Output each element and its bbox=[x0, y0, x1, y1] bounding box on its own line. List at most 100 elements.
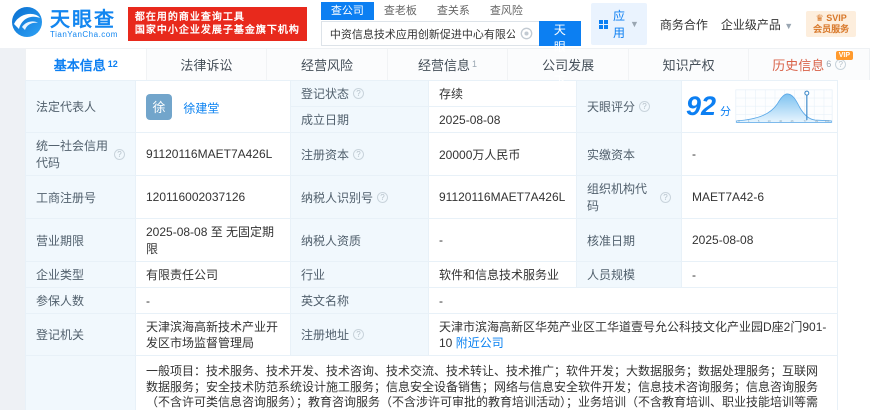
tianyancha-logo[interactable]: 天眼查 TianYanCha.com bbox=[10, 5, 118, 44]
header-nav: 应用 ▼ 商务合作 企业级产品 ▼ ♛ SVIP 会员服务 此处有... ▼ bbox=[590, 3, 870, 45]
avatar: 徐 bbox=[146, 93, 172, 120]
info-icon[interactable]: ? bbox=[353, 88, 365, 99]
crown-icon: ♛ bbox=[815, 13, 824, 23]
label-industry: 行业 bbox=[290, 261, 429, 288]
label-registration-authority: 登记机关 bbox=[25, 313, 136, 356]
label-approval-date: 核准日期 bbox=[576, 218, 682, 262]
search-tab-risk[interactable]: 查风险 bbox=[480, 2, 533, 20]
english-name-value: - bbox=[428, 287, 838, 314]
approval-date-value: 2025-08-08 bbox=[681, 218, 838, 262]
label-registered-capital: 注册资本 ? bbox=[290, 132, 429, 176]
info-icon[interactable]: ? bbox=[353, 329, 365, 340]
nav-apps-label: 应用 bbox=[612, 9, 625, 40]
info-icon[interactable]: ? bbox=[660, 191, 671, 203]
label-taxpayer-id: 纳税人识别号 ? bbox=[290, 175, 429, 219]
label-business-term: 营业期限 bbox=[25, 218, 136, 262]
nav-enterprise-label: 企业级产品 bbox=[720, 17, 781, 32]
camera-icon[interactable] bbox=[520, 27, 533, 45]
promo-line2: 国家中小企业发展子基金旗下机构 bbox=[134, 25, 300, 36]
tab-legal-litigation[interactable]: 法律诉讼 bbox=[147, 49, 268, 80]
search-input[interactable] bbox=[320, 21, 539, 46]
tab-label: 公司发展 bbox=[542, 58, 595, 73]
search-tabs: 查公司 查老板 查关系 查风险 bbox=[320, 2, 581, 20]
svip-member-badge[interactable]: ♛ SVIP 会员服务 bbox=[806, 11, 857, 37]
chevron-down-icon: ▼ bbox=[784, 20, 794, 31]
label-registration-number: 工商注册号 bbox=[25, 175, 136, 219]
label-org-code: 组织机构代码 ? bbox=[576, 175, 682, 219]
promo-line1: 都在用的商业查询工具 bbox=[134, 12, 245, 23]
company-type-value: 有限责任公司 bbox=[135, 261, 291, 288]
promo-banner: 都在用的商业查询工具 国家中小企业发展子基金旗下机构 bbox=[127, 7, 307, 41]
nav-business-cooperation[interactable]: 商务合作 bbox=[660, 16, 708, 33]
tab-operation-risk[interactable]: 经营风险 bbox=[267, 49, 388, 80]
score-unit: 分 bbox=[720, 105, 732, 118]
credit-code-value: 91120116MAET7A426L bbox=[135, 132, 291, 176]
tab-basic-info[interactable]: 基本信息 12 bbox=[26, 49, 147, 80]
legal-representative-link[interactable]: 徐建堂 bbox=[183, 101, 219, 115]
info-icon[interactable]: ? bbox=[639, 101, 651, 112]
tianyan-score-cell: 92 分 0 1 5 10 40 46 77 99 100 bbox=[681, 80, 838, 133]
tab-history-info[interactable]: VIP 历史信息 6 ? bbox=[749, 49, 869, 80]
search-button[interactable]: 天眼一下 bbox=[538, 21, 581, 88]
svg-text:46: 46 bbox=[791, 119, 795, 123]
section-tabs: 基本信息 12 法律诉讼 经营风险 经营信息 1 公司发展 知识产权 VIP 历… bbox=[25, 48, 870, 80]
tab-label: 知识产权 bbox=[662, 58, 715, 73]
label-insured-count: 参保人数 bbox=[25, 287, 136, 314]
label-taxpayer-quality: 纳税人资质 bbox=[290, 218, 429, 262]
info-icon[interactable]: ? bbox=[835, 59, 847, 70]
vip-badge: VIP bbox=[835, 51, 854, 60]
label-paid-capital: 实缴资本 bbox=[576, 132, 682, 176]
nearby-companies-link[interactable]: 附近公司 bbox=[456, 336, 504, 350]
registered-address-cell: 天津市滨海高新区华苑产业区工华道壹号允公科技文化产业园D座2门901-10 附近… bbox=[428, 313, 838, 356]
nav-apps[interactable]: 应用 ▼ bbox=[590, 3, 647, 45]
staff-size-value: - bbox=[681, 261, 838, 288]
info-icon[interactable]: ? bbox=[114, 148, 125, 160]
label-establish-date: 成立日期 bbox=[290, 106, 429, 133]
info-icon[interactable]: ? bbox=[353, 148, 365, 160]
search-tab-boss[interactable]: 查老板 bbox=[374, 2, 427, 20]
company-info-card: 基本信息 12 法律诉讼 经营风险 经营信息 1 公司发展 知识产权 VIP 历… bbox=[25, 48, 870, 410]
org-code-value: MAET7A42-6 bbox=[681, 175, 838, 219]
registration-number-value: 120116002037126 bbox=[135, 175, 291, 219]
label-registration-status: 登记状态 ? bbox=[290, 80, 429, 107]
label-tianyan-score: 天眼评分 ? bbox=[576, 80, 682, 133]
registered-capital-value: 20000万人民币 bbox=[428, 132, 577, 176]
taxpayer-id-value: 91120116MAET7A426L bbox=[428, 175, 577, 219]
svg-text:99: 99 bbox=[815, 119, 819, 123]
info-icon[interactable]: ? bbox=[377, 191, 389, 203]
logo-domain: TianYanCha.com bbox=[50, 29, 118, 39]
svg-text:77: 77 bbox=[804, 119, 808, 123]
svip-sublabel: 会员服务 bbox=[813, 24, 850, 34]
search-tab-relation[interactable]: 查关系 bbox=[427, 2, 480, 20]
svg-text:100: 100 bbox=[825, 119, 830, 123]
nav-enterprise-products[interactable]: 企业级产品 ▼ bbox=[721, 16, 793, 33]
tab-count: 1 bbox=[472, 59, 478, 69]
search-area: 查公司 查老板 查关系 查风险 天眼一下 bbox=[320, 2, 581, 88]
tab-label: 经营风险 bbox=[300, 58, 353, 73]
paid-capital-value: - bbox=[681, 132, 838, 176]
label-credit-code: 统一社会信用代码 ? bbox=[25, 132, 136, 176]
svg-text:40: 40 bbox=[779, 119, 783, 123]
tab-operation-info[interactable]: 经营信息 1 bbox=[388, 49, 509, 80]
business-scope-value: 一般项目：技术服务、技术开发、技术咨询、技术交流、技术转让、技术推广；软件开发；… bbox=[135, 355, 838, 410]
logo-title: 天眼查 bbox=[50, 8, 116, 31]
establish-date-value: 2025-08-08 bbox=[428, 106, 577, 133]
registration-authority-value: 天津滨海高新技术产业开发区市场监督管理局 bbox=[135, 313, 291, 356]
tianyancha-logo-icon bbox=[10, 5, 44, 44]
chevron-down-icon: ▼ bbox=[629, 19, 639, 29]
tab-label: 经营信息 bbox=[418, 58, 471, 73]
industry-value: 软件和信息技术服务业 bbox=[428, 261, 577, 288]
tab-count: 12 bbox=[107, 59, 118, 69]
company-info-table: 法定代表人 徐 徐建堂 登记状态 ? 存续 天眼评分 ? 92 分 0 1 5 … bbox=[25, 80, 838, 410]
score-value: 92 bbox=[686, 91, 717, 121]
label-english-name: 英文名称 bbox=[290, 287, 429, 314]
tab-label: 历史信息 bbox=[772, 58, 825, 73]
tab-company-development[interactable]: 公司发展 bbox=[508, 49, 629, 80]
insured-count-value: - bbox=[135, 287, 291, 314]
label-company-type: 企业类型 bbox=[25, 261, 136, 288]
business-term-value: 2025-08-08 至 无固定期限 bbox=[135, 218, 291, 262]
tab-intellectual-property[interactable]: 知识产权 bbox=[629, 49, 750, 80]
apps-grid-icon bbox=[598, 19, 608, 29]
search-tab-company[interactable]: 查公司 bbox=[320, 2, 374, 20]
svip-label: SVIP bbox=[826, 13, 847, 23]
